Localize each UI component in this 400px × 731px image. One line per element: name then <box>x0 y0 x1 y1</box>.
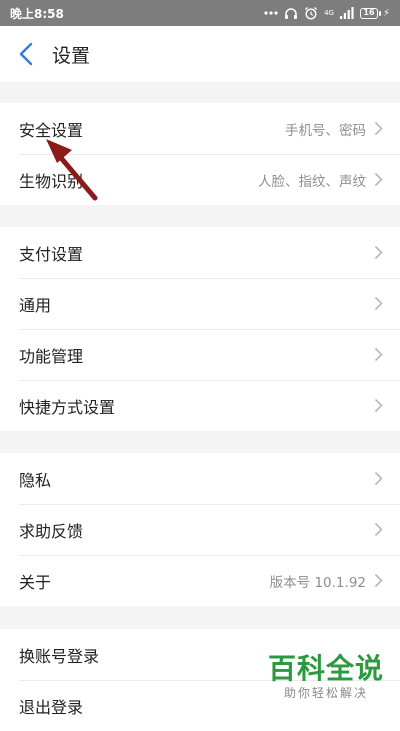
settings-item-about[interactable]: 关于 版本号 10.1.92 <box>0 555 400 606</box>
status-bar: 晚上8:58 4G 16 ⚡ <box>0 0 400 26</box>
headphones-icon <box>284 6 298 20</box>
chevron-left-icon <box>19 42 33 66</box>
settings-item-switch-account[interactable]: 换账号登录 <box>0 629 400 680</box>
chevron-right-icon <box>374 347 384 363</box>
settings-group-account: 安全设置 手机号、密码 生物识别 人脸、指纹、声纹 <box>0 103 400 205</box>
settings-item-logout[interactable]: 退出登录 <box>0 680 400 731</box>
settings-item-label: 支付设置 <box>19 244 84 264</box>
settings-item-biometrics[interactable]: 生物识别 人脸、指纹、声纹 <box>0 154 400 205</box>
status-icons: 4G 16 ⚡ <box>264 6 390 20</box>
chevron-right-icon <box>374 172 384 188</box>
chevron-right-icon <box>374 398 384 414</box>
battery-icon: 16 ⚡ <box>359 7 390 19</box>
chevron-right-icon <box>374 296 384 312</box>
battery-level: 16 <box>359 7 378 19</box>
settings-group-general: 支付设置 通用 功能管理 快捷方式设置 <box>0 227 400 431</box>
settings-item-label: 生物识别 <box>19 171 84 191</box>
charging-icon: ⚡ <box>382 7 390 19</box>
page-title: 设置 <box>52 44 91 67</box>
title-bar: 设置 <box>0 26 400 82</box>
chevron-right-icon <box>374 121 384 137</box>
chevron-right-icon <box>374 522 384 538</box>
settings-item-feedback[interactable]: 求助反馈 <box>0 504 400 555</box>
settings-item-label: 求助反馈 <box>19 521 84 541</box>
settings-item-label: 安全设置 <box>19 120 84 140</box>
settings-item-general[interactable]: 通用 <box>0 278 400 329</box>
status-time: 晚上8:58 <box>10 6 64 21</box>
settings-item-security[interactable]: 安全设置 手机号、密码 <box>0 103 400 154</box>
settings-item-label: 退出登录 <box>19 697 84 717</box>
settings-item-label: 通用 <box>19 295 52 315</box>
settings-group-about: 隐私 求助反馈 关于 版本号 10.1.92 <box>0 453 400 606</box>
alarm-icon <box>304 6 318 20</box>
chevron-right-icon <box>374 471 384 487</box>
settings-item-value: 手机号、密码 <box>285 122 366 139</box>
settings-item-label: 功能管理 <box>19 346 84 366</box>
settings-item-shortcuts[interactable]: 快捷方式设置 <box>0 380 400 431</box>
settings-item-value: 版本号 10.1.92 <box>269 574 366 591</box>
chevron-right-icon <box>374 573 384 589</box>
signal-icon <box>339 6 354 20</box>
network-type: 4G <box>324 8 334 17</box>
dots-icon <box>264 6 278 20</box>
settings-item-label: 隐私 <box>19 470 52 490</box>
settings-item-features[interactable]: 功能管理 <box>0 329 400 380</box>
settings-item-privacy[interactable]: 隐私 <box>0 453 400 504</box>
settings-item-label: 关于 <box>19 572 52 592</box>
settings-item-label: 快捷方式设置 <box>19 397 116 417</box>
chevron-right-icon <box>374 245 384 261</box>
settings-item-label: 换账号登录 <box>19 646 100 666</box>
settings-item-value: 人脸、指纹、声纹 <box>258 173 366 190</box>
settings-item-payment[interactable]: 支付设置 <box>0 227 400 278</box>
back-button[interactable] <box>4 26 48 82</box>
settings-group-login: 换账号登录 退出登录 <box>0 629 400 731</box>
network-label: 4G <box>324 6 334 20</box>
